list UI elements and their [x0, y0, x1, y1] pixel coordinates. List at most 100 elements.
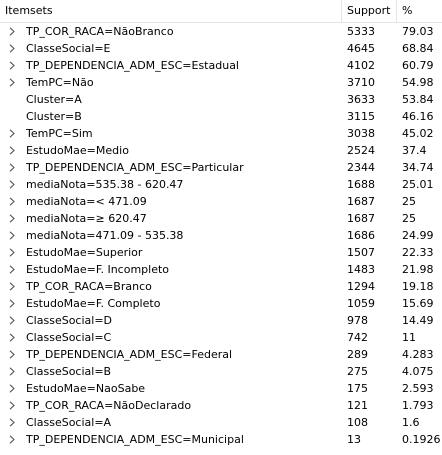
itemset-cell: TP_DEPENDENCIA_ADM_ESC=Estadual [0, 57, 342, 74]
itemset-cell: EstudoMae=F. Incompleto [0, 261, 342, 278]
support-cell: 4102 [347, 59, 375, 72]
itemset-label: EstudoMae=Superior [26, 246, 143, 259]
support-cell: 2344 [347, 161, 375, 174]
chevron-right-icon[interactable] [0, 414, 24, 431]
itemset-label: mediaNota=≥ 620.47 [26, 212, 147, 225]
table-row[interactable]: TP_COR_RACA=Branco 1294 19.18 [0, 278, 442, 295]
support-cell: 1294 [347, 280, 375, 293]
support-cell: 3710 [347, 76, 375, 89]
itemset-label: ClasseSocial=E [26, 42, 111, 55]
support-cell: 1688 [347, 178, 375, 191]
itemset-label: ClasseSocial=C [26, 331, 112, 344]
table-row[interactable]: TP_DEPENDENCIA_ADM_ESC=Federal 289 4.283 [0, 346, 442, 363]
itemset-label: EstudoMae=NaoSabe [26, 382, 146, 395]
table-row[interactable]: TP_COR_RACA=NãoDeclarado 121 1.793 [0, 397, 442, 414]
itemset-label: ClasseSocial=B [26, 365, 112, 378]
chevron-right-icon[interactable] [0, 431, 24, 448]
column-header-percent[interactable]: % [397, 0, 441, 22]
itemset-cell: ClasseSocial=B [0, 363, 342, 380]
percent-cell: 1.793 [402, 399, 434, 412]
table-row[interactable]: mediaNota=< 471.09 1687 25 [0, 193, 442, 210]
itemset-label: TP_COR_RACA=Branco [26, 280, 152, 293]
table-row[interactable]: EstudoMae=F. Completo 1059 15.69 [0, 295, 442, 312]
percent-cell: 1.6 [402, 416, 420, 429]
table-row[interactable]: TP_DEPENDENCIA_ADM_ESC=Municipal 13 0.1926 [0, 431, 442, 448]
table-row[interactable]: TemPC=Não 3710 54.98 [0, 74, 442, 91]
percent-cell: 0.1926 [402, 433, 441, 446]
table-row[interactable]: EstudoMae=F. Incompleto 1483 21.98 [0, 261, 442, 278]
chevron-right-icon[interactable] [0, 346, 24, 363]
table-row[interactable]: EstudoMae=Medio 2524 37.4 [0, 142, 442, 159]
table-row[interactable]: mediaNota=≥ 620.47 1687 25 [0, 210, 442, 227]
table-row[interactable]: TP_DEPENDENCIA_ADM_ESC=Particular 2344 34.… [0, 159, 442, 176]
chevron-right-icon[interactable] [0, 397, 24, 414]
table-row[interactable]: Cluster=B 3115 46.16 [0, 108, 442, 125]
chevron-right-icon[interactable] [0, 40, 24, 57]
chevron-right-icon[interactable] [0, 57, 24, 74]
column-header-itemsets[interactable]: Itemsets [0, 0, 342, 22]
table-row[interactable]: ClasseSocial=E 4645 68.84 [0, 40, 442, 57]
percent-cell: 22.33 [402, 246, 434, 259]
chevron-right-icon[interactable] [0, 380, 24, 397]
percent-cell: 25.01 [402, 178, 434, 191]
percent-cell: 54.98 [402, 76, 434, 89]
chevron-right-icon[interactable] [0, 329, 24, 346]
table-row[interactable]: Cluster=A 3633 53.84 [0, 91, 442, 108]
chevron-right-icon[interactable] [0, 125, 24, 142]
table-row[interactable]: ClasseSocial=B 275 4.075 [0, 363, 442, 380]
chevron-right-icon[interactable] [0, 312, 24, 329]
itemset-cell: mediaNota=< 471.09 [0, 193, 342, 210]
itemset-cell: EstudoMae=Medio [0, 142, 342, 159]
chevron-right-icon[interactable] [0, 23, 24, 40]
support-cell: 1507 [347, 246, 375, 259]
itemset-label: Cluster=B [26, 110, 82, 123]
support-cell: 289 [347, 348, 368, 361]
table-row[interactable]: TemPC=Sim 3038 45.02 [0, 125, 442, 142]
itemset-cell: EstudoMae=Superior [0, 244, 342, 261]
percent-cell: 46.16 [402, 110, 434, 123]
table-row[interactable]: TP_COR_RACA=NãoBranco 5333 79.03 [0, 23, 442, 40]
itemset-cell: Cluster=A [0, 91, 342, 108]
itemset-label: TP_COR_RACA=NãoBranco [26, 25, 174, 38]
table-row[interactable]: mediaNota=471.09 - 535.38 1686 24.99 [0, 227, 442, 244]
support-cell: 1687 [347, 195, 375, 208]
support-cell: 1059 [347, 297, 375, 310]
itemset-cell: TP_COR_RACA=NãoDeclarado [0, 397, 342, 414]
chevron-right-icon[interactable] [0, 363, 24, 380]
itemset-label: TP_DEPENDENCIA_ADM_ESC=Particular [26, 161, 244, 174]
table-row[interactable]: ClasseSocial=A 108 1.6 [0, 414, 442, 431]
chevron-right-icon[interactable] [0, 261, 24, 278]
chevron-right-icon[interactable] [0, 227, 24, 244]
column-header-support[interactable]: Support [342, 0, 397, 22]
chevron-right-icon[interactable] [0, 210, 24, 227]
percent-cell: 79.03 [402, 25, 434, 38]
itemset-label: TP_COR_RACA=NãoDeclarado [26, 399, 192, 412]
itemset-cell: mediaNota=≥ 620.47 [0, 210, 342, 227]
support-cell: 1687 [347, 212, 375, 225]
support-cell: 3115 [347, 110, 375, 123]
table-row[interactable]: EstudoMae=Superior 1507 22.33 [0, 244, 442, 261]
table-row[interactable]: ClasseSocial=C 742 11 [0, 329, 442, 346]
chevron-right-icon[interactable] [0, 142, 24, 159]
chevron-right-icon[interactable] [0, 278, 24, 295]
table-row[interactable]: mediaNota=535.38 - 620.47 1688 25.01 [0, 176, 442, 193]
itemset-cell: ClasseSocial=E [0, 40, 342, 57]
chevron-right-icon[interactable] [0, 159, 24, 176]
chevron-right-icon[interactable] [0, 176, 24, 193]
chevron-right-icon[interactable] [0, 244, 24, 261]
support-cell: 1483 [347, 263, 375, 276]
itemset-cell: ClasseSocial=A [0, 414, 342, 431]
chevron-right-icon[interactable] [0, 193, 24, 210]
itemset-label: ClasseSocial=A [26, 416, 112, 429]
itemset-label: TP_DEPENDENCIA_ADM_ESC=Estadual [26, 59, 239, 72]
table-row[interactable]: EstudoMae=NaoSabe 175 2.593 [0, 380, 442, 397]
table-row[interactable]: ClasseSocial=D 978 14.49 [0, 312, 442, 329]
percent-cell: 24.99 [402, 229, 434, 242]
chevron-right-icon[interactable] [0, 74, 24, 91]
table-row[interactable]: TP_DEPENDENCIA_ADM_ESC=Estadual 4102 60.79 [0, 57, 442, 74]
support-cell: 978 [347, 314, 368, 327]
itemset-label: mediaNota=< 471.09 [26, 195, 147, 208]
percent-cell: 45.02 [402, 127, 434, 140]
chevron-right-icon[interactable] [0, 295, 24, 312]
percent-cell: 2.593 [402, 382, 434, 395]
